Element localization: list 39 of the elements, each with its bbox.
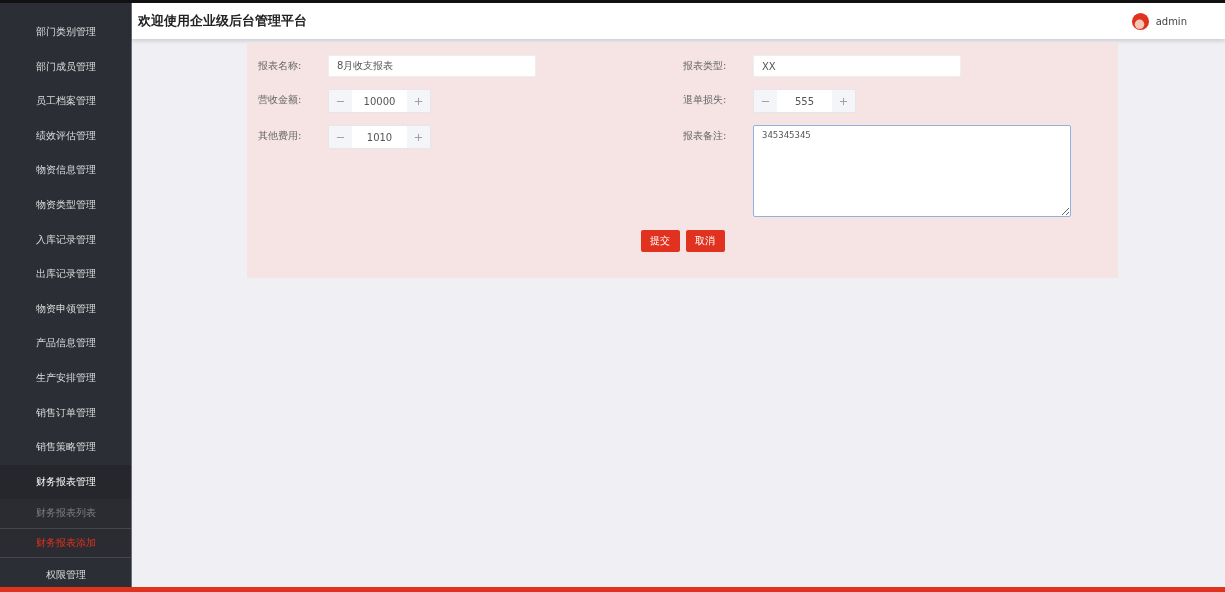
sidebar-subitem[interactable]: 财务报表列表 — [0, 499, 131, 529]
sidebar-item[interactable]: 物资类型管理 — [0, 187, 131, 223]
sidebar-item[interactable]: 销售订单管理 — [0, 395, 131, 431]
sidebar-item[interactable]: 权限管理 — [0, 558, 131, 587]
increment-button[interactable] — [407, 90, 430, 112]
text-field[interactable]: XX — [753, 55, 961, 77]
sidebar-item[interactable]: 部门类别管理 — [0, 15, 131, 50]
sidebar-item[interactable]: 入库记录管理 — [0, 222, 131, 258]
sidebar-item[interactable]: 出库记录管理 — [0, 257, 131, 292]
plus-icon — [839, 96, 848, 106]
field-label: 其他费用: — [258, 129, 303, 143]
notes-field[interactable]: 345345345 — [753, 125, 1071, 217]
number-stepper[interactable]: 10000 — [328, 89, 431, 113]
sidebar-item[interactable]: 部门成员管理 — [0, 49, 131, 85]
sidebar-item[interactable]: 绩效评估管理 — [0, 118, 131, 154]
increment-button[interactable] — [832, 90, 855, 112]
page-title: 欢迎使用企业级后台管理平台 — [138, 12, 307, 30]
plus-icon — [414, 96, 423, 106]
sidebar-item[interactable]: 物资信息管理 — [0, 153, 131, 188]
number-stepper[interactable]: 1010 — [328, 125, 431, 149]
number-stepper[interactable]: 555 — [753, 89, 856, 113]
field-label: 报表类型: — [683, 59, 728, 73]
text-field[interactable]: 8月收支报表 — [328, 55, 536, 77]
user-name[interactable]: admin — [1155, 15, 1187, 27]
avatar-icon — [1130, 11, 1150, 31]
field-label: 报表备注: — [683, 129, 728, 143]
cancel-button[interactable]: 取消 — [685, 230, 725, 252]
field-label: 报表名称: — [258, 59, 303, 73]
sidebar-item[interactable]: 生产安排管理 — [0, 360, 131, 396]
increment-button[interactable] — [407, 126, 430, 148]
sidebar-item[interactable]: 物资申领管理 — [0, 291, 131, 327]
sidebar-item[interactable]: 产品信息管理 — [0, 326, 131, 361]
sidebar-item[interactable]: 员工档案管理 — [0, 84, 131, 119]
plus-icon — [414, 132, 423, 142]
field-label: 退单损失: — [683, 93, 728, 107]
submit-button[interactable]: 提交 — [640, 230, 680, 252]
field-label: 营收金额: — [258, 93, 303, 107]
sidebar-item[interactable]: 财务报表管理 — [0, 464, 131, 500]
sidebar-item[interactable]: 销售策略管理 — [0, 430, 131, 465]
